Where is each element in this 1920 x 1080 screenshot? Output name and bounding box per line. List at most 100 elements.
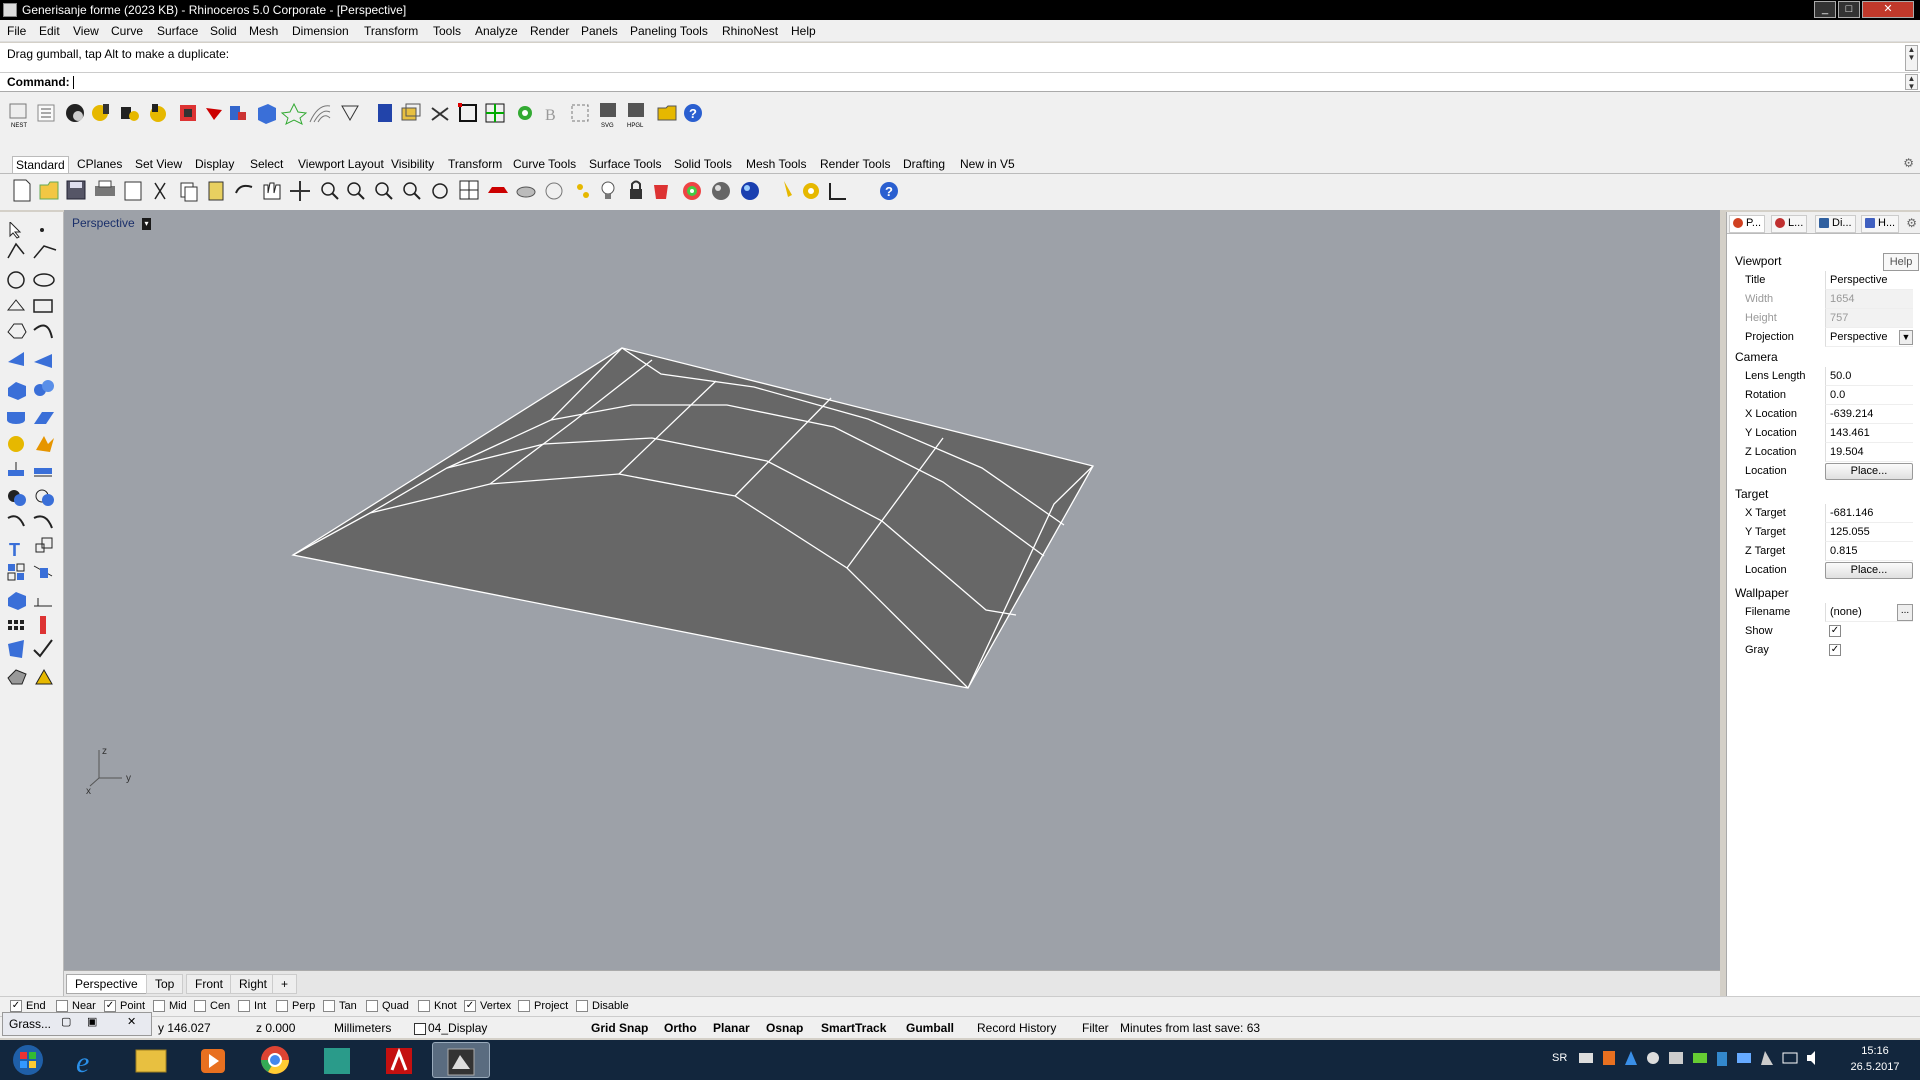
planar-toggle[interactable]: Planar	[713, 1021, 750, 1035]
language-indicator[interactable]: SR	[1552, 1052, 1567, 1064]
viewport-title-label[interactable]: Perspective	[72, 216, 135, 230]
slab-icon[interactable]	[34, 412, 54, 424]
menu-rhinonest[interactable]: RhinoNest	[722, 24, 778, 38]
tray-chrome-icon[interactable]	[1647, 1052, 1659, 1064]
nest-icon[interactable]: NEST	[9, 103, 27, 129]
tab-help[interactable]: H...	[1861, 215, 1900, 233]
color-wheel-icon[interactable]	[683, 182, 701, 200]
chrome-icon[interactable]	[248, 1042, 302, 1078]
zoom-icon[interactable]	[321, 182, 339, 200]
curves-icon[interactable]	[309, 105, 331, 123]
menu-dimension[interactable]: Dimension	[292, 24, 349, 38]
cut-icon[interactable]	[431, 107, 449, 121]
circle-icon[interactable]	[545, 182, 563, 200]
tab-cplanes[interactable]: CPlanes	[74, 156, 125, 173]
smarttrack-toggle[interactable]: SmartTrack	[821, 1021, 886, 1035]
tools4-icon[interactable]	[180, 105, 196, 121]
taskbar-clock[interactable]: 15:16 26.5.2017	[1840, 1043, 1910, 1075]
boolean2-icon[interactable]	[35, 489, 54, 506]
cylinder-icon[interactable]	[7, 412, 25, 424]
multi-icon[interactable]	[230, 106, 246, 120]
freeform-icon[interactable]	[33, 324, 53, 339]
material-icon[interactable]	[654, 185, 668, 199]
paste-icon[interactable]	[208, 181, 224, 201]
osnap-mid[interactable]: Mid	[153, 1000, 187, 1013]
tab-right[interactable]: Right	[230, 974, 277, 994]
prop-x-target-value[interactable]: -681.146	[1825, 504, 1913, 523]
restore-icon[interactable]: ▢	[61, 1015, 71, 1028]
tab-front[interactable]: Front	[186, 974, 233, 994]
tab-perspective[interactable]: Perspective	[66, 974, 147, 994]
osnap-knot-checkbox[interactable]	[418, 1000, 430, 1013]
viewport-title[interactable]: Perspective ▾	[70, 214, 154, 232]
hpgl-export-icon[interactable]: HPGL	[627, 103, 644, 129]
prop-x-location-value[interactable]: -639.214	[1825, 405, 1913, 424]
status-units[interactable]: Millimeters	[334, 1021, 391, 1035]
show-checkbox[interactable]: ✓	[1829, 625, 1841, 637]
osnap-quad[interactable]: Quad	[366, 1000, 409, 1013]
tray-nvidia-icon[interactable]	[1693, 1053, 1707, 1063]
polyline-icon[interactable]	[7, 242, 25, 259]
ortho-toggle[interactable]: Ortho	[664, 1021, 697, 1035]
cube-icon[interactable]	[258, 104, 276, 124]
circle-tool-icon[interactable]	[7, 271, 25, 289]
menu-tools[interactable]: Tools	[433, 24, 461, 38]
status-layer[interactable]: 04_Display	[414, 1021, 487, 1035]
tray-display-icon[interactable]	[1737, 1053, 1751, 1063]
fillet-icon[interactable]	[7, 515, 25, 527]
osnap-point-checkbox[interactable]: ✓	[104, 1000, 116, 1013]
tools2-icon[interactable]	[121, 107, 139, 121]
menu-render[interactable]: Render	[530, 24, 569, 38]
osnap-perp[interactable]: Perp	[276, 1000, 315, 1013]
osnap-cen[interactable]: Cen	[194, 1000, 230, 1013]
analyze-icon[interactable]	[8, 640, 24, 658]
points-icon[interactable]	[577, 184, 589, 198]
osnap-vertex[interactable]: ✓ Vertex	[464, 1000, 511, 1013]
polygon-tool-icon[interactable]	[7, 323, 27, 339]
prop-title-value[interactable]: Perspective	[1825, 271, 1913, 290]
osnap-int-checkbox[interactable]	[238, 1000, 250, 1013]
tab-surface-tools[interactable]: Surface Tools	[586, 156, 665, 173]
boolean-icon[interactable]	[8, 490, 26, 506]
check-icon[interactable]	[33, 639, 53, 658]
pan-icon[interactable]	[263, 182, 281, 200]
text-tool-icon[interactable]: T	[9, 540, 20, 560]
app-icon[interactable]	[310, 1042, 364, 1078]
minimized-window[interactable]: Grass... ▢ ▣ ✕	[2, 1012, 152, 1036]
media-player-icon[interactable]	[186, 1042, 240, 1078]
flash-icon[interactable]	[36, 436, 54, 452]
tab-drafting[interactable]: Drafting	[900, 156, 948, 173]
light-tool-icon[interactable]	[35, 668, 53, 685]
grid-icon[interactable]	[485, 103, 505, 123]
close-small-icon[interactable]: ✕	[127, 1015, 136, 1028]
prop-rotation-value[interactable]: 0.0	[1825, 386, 1913, 405]
tab-options-gear-icon[interactable]: ⚙	[1903, 156, 1914, 170]
rotate-view-icon[interactable]	[432, 183, 448, 199]
frame-icon[interactable]	[571, 104, 589, 122]
open-icon[interactable]	[39, 181, 59, 200]
tray-volume-icon[interactable]	[1807, 1051, 1815, 1065]
shaded-icon[interactable]	[516, 186, 536, 198]
rhino-icon[interactable]	[432, 1042, 490, 1078]
rectangle-tool-icon[interactable]	[33, 299, 53, 313]
osnap-knot[interactable]: Knot	[418, 1000, 457, 1013]
grid-snap-toggle[interactable]: Grid Snap	[591, 1021, 648, 1035]
close-button[interactable]: ✕	[1862, 1, 1914, 18]
menu-solid[interactable]: Solid	[210, 24, 237, 38]
maximize-button[interactable]: □	[1838, 1, 1860, 18]
menu-file[interactable]: File	[7, 24, 26, 38]
zoom-extents-icon[interactable]	[375, 182, 393, 200]
osnap-vertex-checkbox[interactable]: ✓	[464, 1000, 476, 1013]
tab-standard[interactable]: Standard	[12, 156, 69, 173]
tab-mesh-tools[interactable]: Mesh Tools	[743, 156, 809, 173]
undo-icon[interactable]	[235, 184, 253, 194]
osnap-end[interactable]: ✓ End	[10, 1000, 46, 1013]
osnap-int[interactable]: Int	[238, 1000, 266, 1013]
svg-export-icon[interactable]: SVG	[600, 103, 616, 129]
grid-array-icon[interactable]	[8, 620, 24, 630]
render-tool-icon[interactable]	[7, 669, 27, 685]
blend-icon[interactable]	[33, 515, 53, 529]
tab-transform[interactable]: Transform	[445, 156, 505, 173]
prop-y-location-value[interactable]: 143.461	[1825, 424, 1913, 443]
menu-curve[interactable]: Curve	[111, 24, 143, 38]
